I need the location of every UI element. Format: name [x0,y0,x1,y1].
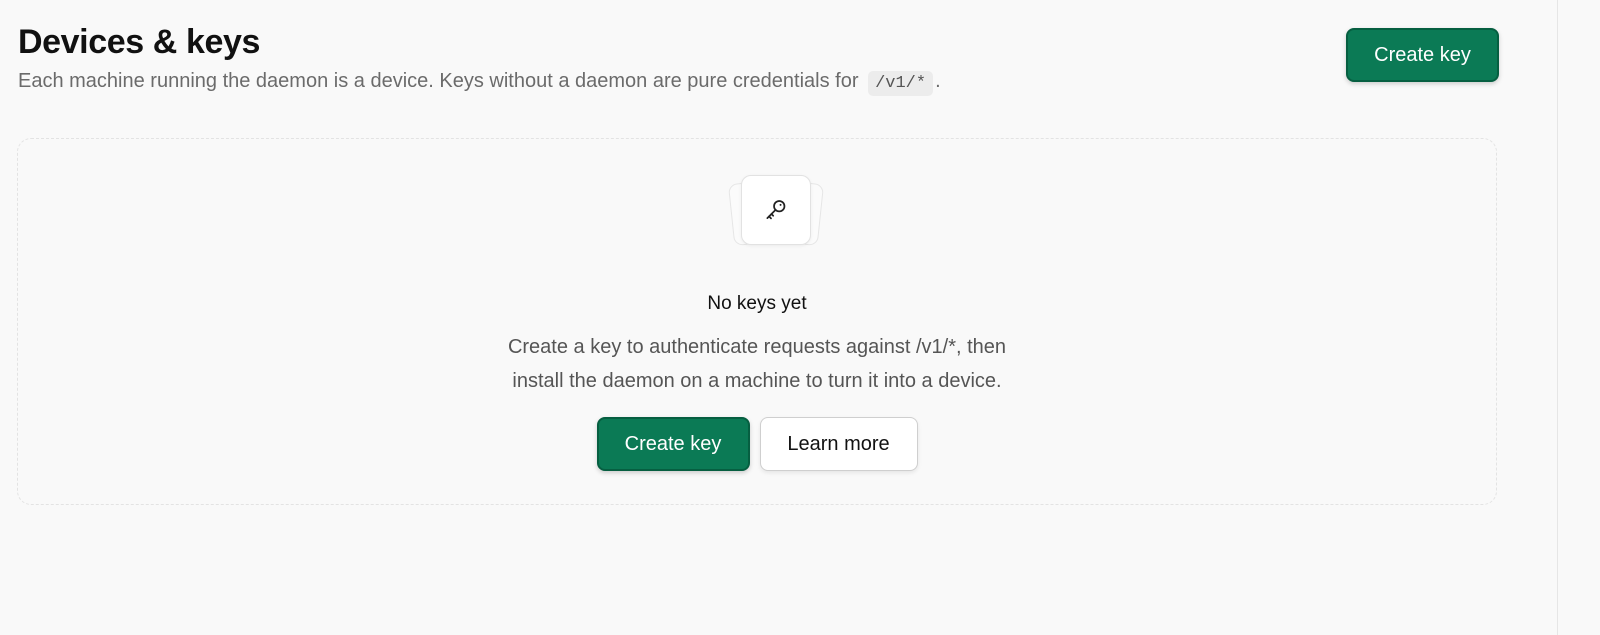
empty-state-title: No keys yet [707,293,807,314]
create-key-button[interactable]: Create key [1346,28,1499,82]
empty-state-card: No keys yet Create a key to authenticate… [17,138,1497,505]
empty-state-description-line1: Create a key to authenticate requests ag… [507,336,1007,358]
api-path-code: /v1/* [868,71,934,96]
empty-create-key-button[interactable]: Create key [596,417,750,471]
key-icon [766,200,786,220]
learn-more-button[interactable]: Learn more [759,417,918,471]
page-subtitle: Each machine running the daemon is a dev… [18,68,1318,97]
empty-state-illustration [727,175,825,247]
page-header: Devices & keys Each machine running the … [18,22,1318,97]
empty-state-description-line2: install the daemon on a machine to turn … [512,370,1002,392]
subtitle-text: Each machine running the daemon is a dev… [18,70,859,92]
empty-state-actions: Create key Learn more [18,417,1496,471]
page-title: Devices & keys [18,23,261,61]
key-icon-tile [741,175,811,245]
page-edge-divider [1557,0,1558,635]
subtitle-period: . [935,70,941,92]
empty-state-description: Create a key to authenticate requests ag… [18,330,1496,398]
